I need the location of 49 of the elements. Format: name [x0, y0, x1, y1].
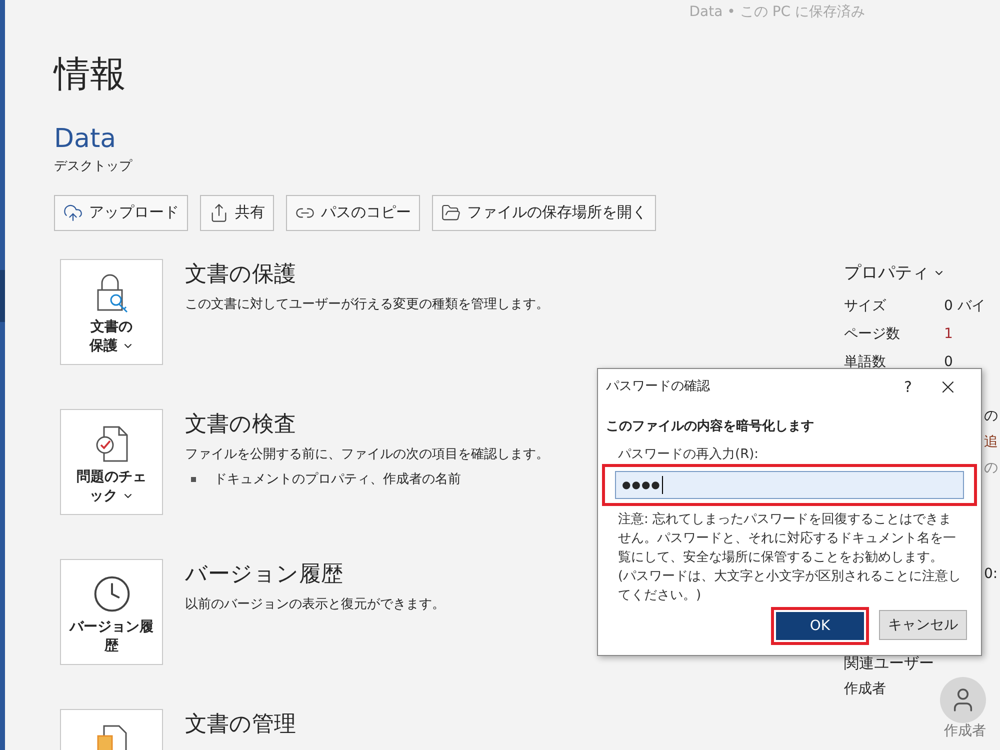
ok-button[interactable]: OK — [776, 612, 864, 640]
document-name: Data — [54, 123, 118, 155]
help-button[interactable]: ? — [893, 376, 923, 398]
author-label: 作成者 — [844, 680, 887, 698]
section-title: バージョン履歴 — [185, 560, 344, 588]
section-title: 文書の保護 — [185, 260, 297, 288]
bullet-icon — [191, 477, 196, 482]
property-fragment: 0: — [984, 565, 998, 584]
action-button[interactable]: アップロード — [54, 194, 188, 230]
property-label: サイズ — [844, 297, 887, 314]
section-button[interactable]: 問題のチェック — [60, 408, 163, 514]
nav-highlight — [0, 270, 5, 322]
page-title: 情報 — [54, 53, 127, 97]
property-value: 0 — [944, 353, 953, 370]
cancel-button[interactable]: キャンセル — [879, 610, 967, 640]
property-value: 0 バイ — [944, 297, 986, 314]
dialog-title: パスワードの確認 — [606, 378, 711, 396]
property-label: 単語数 — [844, 353, 887, 370]
history-clock-icon — [92, 574, 132, 614]
section-description: 以前のバージョンの表示と復元ができます。 — [185, 596, 445, 614]
share-icon — [209, 202, 229, 222]
password-field[interactable]: ●●●● — [615, 471, 964, 499]
properties-heading: プロパティ — [844, 260, 994, 286]
action-button[interactable]: ファイルの保存場所を開く — [432, 194, 656, 230]
bullet-text: ドキュメントのプロパティ、作成者の名前 — [214, 471, 461, 489]
field-label: パスワードの再入力(R): — [618, 446, 760, 464]
section-description: この文書に対してユーザーが行える変更の種類を管理します。 — [185, 296, 549, 314]
document-check-icon — [94, 424, 130, 464]
property-fragment: の — [984, 407, 998, 426]
section-description: ファイルを公開する前に、ファイルの次の項目を確認します。 — [185, 446, 549, 464]
dialog-note: 注意: 忘れてしまったパスワードを回復することはできません。パスワードと、それに対応するドキュメント名を一覧にして、安全な場所に保管することをお勧めします。 (パスワードは、大文字と小文字が区別されることに注意してください。) — [618, 511, 962, 605]
property-fragment: の — [984, 459, 998, 478]
action-button[interactable]: パスのコピー — [286, 194, 420, 230]
author-caption: 作成者 — [944, 722, 987, 738]
dialog-heading: このファイルの内容を暗号化します — [606, 418, 815, 436]
save-status: Data • この PC に保存済み — [689, 3, 865, 22]
section-button[interactable]: 文書の保護 — [60, 258, 163, 364]
related-users-heading: 関連ユーザー — [844, 653, 935, 674]
property-label: ページ数 — [844, 325, 901, 342]
folder-icon — [441, 202, 461, 222]
section-title: 文書の検査 — [185, 410, 297, 438]
property-value: 1 — [944, 325, 953, 342]
section-title: 文書の管理 — [185, 710, 296, 738]
action-button[interactable]: 共有 — [200, 194, 274, 230]
cloud-upload-icon — [63, 202, 83, 222]
close-button[interactable]: × — [923, 370, 973, 404]
property-fragment: 追 — [984, 433, 998, 452]
document-location: デスクトップ — [54, 158, 134, 176]
section-button[interactable]: バージョン履歴 — [60, 558, 163, 664]
